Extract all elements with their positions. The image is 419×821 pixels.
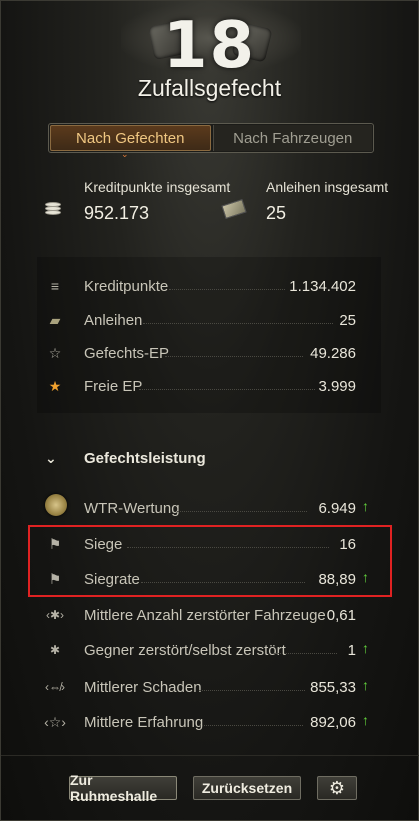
- leader-dots: [141, 582, 305, 583]
- flag-icon: ⚑: [48, 570, 62, 587]
- row-label: Freie EP: [84, 377, 143, 395]
- row-label: Gegner zerstört/selbst zerstört: [84, 641, 286, 659]
- bonds-icon: ▰: [49, 311, 61, 328]
- trend-up-icon: ↑: [362, 498, 369, 514]
- credits-total-value: 952.173: [84, 203, 150, 223]
- row-value: 49.286: [310, 344, 356, 362]
- performance-row-avg-damage: ‹⇎› Mittlerer Schaden 855,33 ↑: [1, 676, 419, 698]
- row-label: Mittlerer Schaden: [84, 678, 202, 696]
- row-label: Mittlere Erfahrung: [84, 713, 204, 731]
- performance-row-wtr: WTR-Wertung 6.949 ↑: [1, 497, 419, 519]
- session-stats-panel: 18 Zufallsgefecht Nach Gefechten Nach Fa…: [0, 0, 419, 821]
- trend-up-icon: ↑: [362, 640, 369, 656]
- earnings-row-credits: ≡ Kreditpunkte 1.134.402: [1, 275, 419, 297]
- row-label: Siegrate: [84, 570, 140, 588]
- performance-section-title: Gefechtsleistung: [84, 450, 206, 467]
- row-value: 1: [347, 641, 356, 659]
- leader-dots: [273, 653, 337, 654]
- bonds-total: Anleihen insgesamt 25: [266, 179, 388, 224]
- tab-caret-icon: ⌄: [121, 149, 129, 159]
- earnings-row-free-xp: ★ Freie EP 3.999: [1, 375, 419, 397]
- row-value: 892,06: [310, 713, 356, 731]
- trend-up-icon: ↑: [362, 677, 369, 693]
- star-outline-icon: ‹☆›: [44, 713, 66, 730]
- damage-icon: ‹⇎›: [45, 680, 65, 694]
- star-gold-icon: ★: [48, 377, 62, 394]
- trend-up-icon: ↑: [362, 712, 369, 728]
- bonds-total-label: Anleihen insgesamt: [266, 179, 389, 195]
- row-value: 88,89: [318, 570, 356, 588]
- row-label: Anleihen: [84, 311, 143, 329]
- row-label: Gefechts-EP: [84, 344, 170, 362]
- row-value: 1.134.402: [289, 277, 356, 295]
- leader-dots: [165, 356, 303, 357]
- row-value: 25: [339, 311, 356, 329]
- row-label: WTR-Wertung: [84, 499, 180, 517]
- battle-count: 18: [162, 9, 257, 83]
- row-value: 855,33: [310, 678, 356, 696]
- flag-icon: ⚑: [48, 535, 62, 552]
- leader-dots: [169, 289, 285, 290]
- leader-dots: [199, 690, 305, 691]
- bonds-total-value: 25: [266, 203, 287, 223]
- tab-by-battles[interactable]: Nach Gefechten: [50, 125, 211, 151]
- credits-total: Kreditpunkte insgesamt 952.173: [84, 179, 230, 224]
- tab-by-vehicles[interactable]: Nach Fahrzeugen: [212, 125, 372, 151]
- row-label: Mittlere Anzahl zerstörter Fahrzeuge: [84, 606, 326, 624]
- row-value: 0,61: [326, 606, 356, 624]
- chevron-down-icon: ⌄: [45, 450, 57, 466]
- performance-row-wins: ⚑ Siege 16: [1, 533, 419, 555]
- performance-row-winrate: ⚑ Siegrate 88,89 ↑: [1, 568, 419, 590]
- row-label: Kreditpunkte: [84, 277, 169, 295]
- star-outline-icon: ☆: [48, 344, 62, 361]
- settings-button[interactable]: ⚙: [317, 776, 357, 800]
- performance-row-avg-xp: ‹☆› Mittlere Erfahrung 892,06 ↑: [1, 711, 419, 733]
- leader-dots: [139, 389, 315, 390]
- row-label: Siege: [84, 535, 123, 553]
- leader-dots: [143, 323, 333, 324]
- credits-total-label: Kreditpunkte insgesamt: [84, 179, 231, 195]
- leader-dots: [127, 547, 329, 548]
- earnings-row-battle-xp: ☆ Gefechts-EP 49.286: [1, 342, 419, 364]
- performance-row-avg-destroyed: ‹✱› Mittlere Anzahl zerstörter Fahrzeuge…: [1, 604, 419, 626]
- tank-ratio-icon: ✱: [49, 643, 61, 657]
- trend-up-icon: ↑: [362, 569, 369, 585]
- tab-bar: Nach Gefechten Nach Fahrzeugen: [48, 123, 374, 153]
- tank-destroyed-icon: ‹✱›: [45, 608, 65, 622]
- credits-icon: ≡: [50, 278, 60, 294]
- mode-title: Zufallsgefecht: [137, 75, 282, 101]
- performance-section-toggle[interactable]: ⌄ Gefechtsleistung: [45, 450, 206, 467]
- row-value: 6.949: [318, 499, 356, 517]
- row-value: 3.999: [318, 377, 356, 395]
- leader-dots: [199, 725, 303, 726]
- row-value: 16: [339, 535, 356, 553]
- hall-of-fame-button[interactable]: Zur Ruhmeshalle: [69, 772, 177, 804]
- gear-icon: ⚙: [328, 777, 346, 798]
- credits-icon: [45, 202, 63, 217]
- performance-row-kd-ratio: ✱ Gegner zerstört/selbst zerstört 1 ↑: [1, 639, 419, 661]
- leader-dots: [177, 511, 307, 512]
- earnings-row-bonds: ▰ Anleihen 25: [1, 309, 419, 331]
- reset-button[interactable]: Zurücksetzen: [193, 776, 301, 800]
